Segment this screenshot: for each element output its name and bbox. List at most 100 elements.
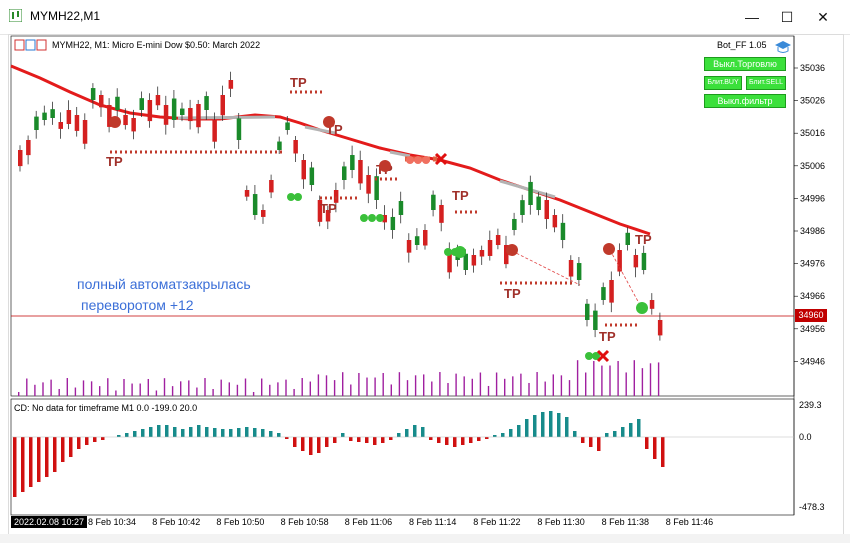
indicator-scale-bottom: -478.3 [799, 502, 825, 512]
volume-bar [155, 390, 158, 396]
volume-bar [536, 372, 538, 396]
volume-bar [568, 380, 571, 396]
toggle-filter-button[interactable]: Выкл.фильтр [704, 94, 786, 108]
candle [163, 105, 169, 125]
volume-bar [390, 384, 392, 396]
candle [123, 115, 128, 126]
histogram-bar [525, 419, 529, 437]
entry-markers [287, 156, 600, 360]
candle [528, 181, 533, 205]
volume-bar [382, 373, 384, 396]
candle [633, 255, 639, 268]
price-label: 34956 [800, 324, 825, 334]
histogram-bar [437, 437, 441, 443]
histogram-bar [493, 435, 497, 437]
volume-bar [333, 380, 336, 396]
candle [171, 98, 177, 120]
volume-bar [325, 375, 328, 396]
histogram-bar [205, 427, 209, 437]
time-label: 8 Feb 11:14 [409, 517, 456, 527]
volume-bar [374, 377, 376, 396]
candle [90, 88, 96, 100]
histogram-bar [573, 431, 577, 437]
candle [414, 236, 420, 245]
volume-bar [171, 386, 174, 396]
histogram-bar [485, 437, 489, 439]
candle [512, 218, 517, 230]
volume-bar [576, 360, 579, 396]
annotation-line-2: переворотом +12 [81, 297, 194, 313]
histogram-bar [557, 413, 561, 437]
histogram-bar [349, 437, 353, 441]
price-label: 34986 [800, 226, 825, 236]
volume-bar [406, 380, 409, 396]
candle [220, 95, 225, 116]
candle [350, 155, 355, 170]
histogram-bar [613, 431, 617, 437]
cd-histogram [13, 411, 665, 497]
volume-bar [593, 360, 595, 396]
chart-header-icon [14, 39, 47, 51]
price-label: 35006 [800, 161, 825, 171]
histogram-bar [397, 433, 401, 437]
candle [625, 232, 630, 245]
volume-bar [585, 372, 587, 396]
volume-bar [625, 372, 627, 396]
candle [139, 98, 144, 110]
volume-bar [366, 377, 368, 396]
histogram-bar [277, 433, 281, 437]
histogram-bar [453, 437, 457, 447]
time-label: 8 Feb 11:06 [345, 517, 392, 527]
histogram-bar [189, 427, 193, 437]
volume-bar [139, 383, 141, 396]
volume-bar [552, 374, 554, 396]
time-label: 8 Feb 11:38 [602, 517, 649, 527]
tp-label: TP [452, 188, 469, 203]
indicator-label: CD: No data for timeframe M1 0.0 -199.0 … [14, 403, 197, 413]
volume-bar [252, 391, 255, 396]
volume-bar [196, 387, 198, 396]
candle [431, 194, 436, 210]
histogram-bar [405, 429, 409, 437]
histogram-bar [637, 419, 641, 437]
candle [212, 120, 217, 142]
histogram-bar [565, 417, 569, 437]
volume-bar [204, 378, 206, 396]
price-label: 35026 [800, 96, 825, 106]
histogram-bar [221, 429, 225, 437]
histogram-bar [149, 427, 153, 437]
time-label: 8 Feb 10:58 [281, 517, 329, 527]
candle [479, 250, 485, 257]
histogram-bar [509, 429, 513, 437]
volume-bar [26, 378, 28, 396]
candle [576, 263, 582, 280]
volume-bar [447, 383, 449, 396]
histogram-bar [653, 437, 657, 459]
histogram-bar [141, 429, 145, 437]
buy-button[interactable]: Блит.BUY [704, 76, 742, 90]
candle [236, 118, 242, 140]
histogram-bar [541, 412, 545, 437]
volume-bar [455, 373, 457, 396]
sell-button[interactable]: Блит.SELL [746, 76, 786, 90]
candle [536, 196, 541, 210]
time-label: 8 Feb 10:50 [216, 517, 264, 527]
volume-bar [212, 389, 214, 396]
histogram-bar [245, 427, 249, 437]
price-label: 34996 [800, 193, 825, 203]
histogram-bar [125, 433, 129, 437]
volume-bar [82, 380, 85, 396]
indicator-scale-zero: 0.0 [799, 432, 812, 442]
volume-bar [504, 378, 506, 396]
histogram-bar [477, 437, 481, 441]
histogram-bar [661, 437, 665, 467]
histogram-bar [29, 437, 33, 487]
histogram-bar [165, 425, 169, 437]
price-label: 35016 [800, 128, 825, 138]
histogram-bar [237, 428, 241, 437]
histogram-bar [365, 437, 369, 443]
toggle-trading-button[interactable]: Выкл.Торговлю [704, 57, 786, 71]
volume-bar [293, 388, 295, 396]
volume-bar [236, 384, 239, 396]
candle [309, 167, 315, 185]
